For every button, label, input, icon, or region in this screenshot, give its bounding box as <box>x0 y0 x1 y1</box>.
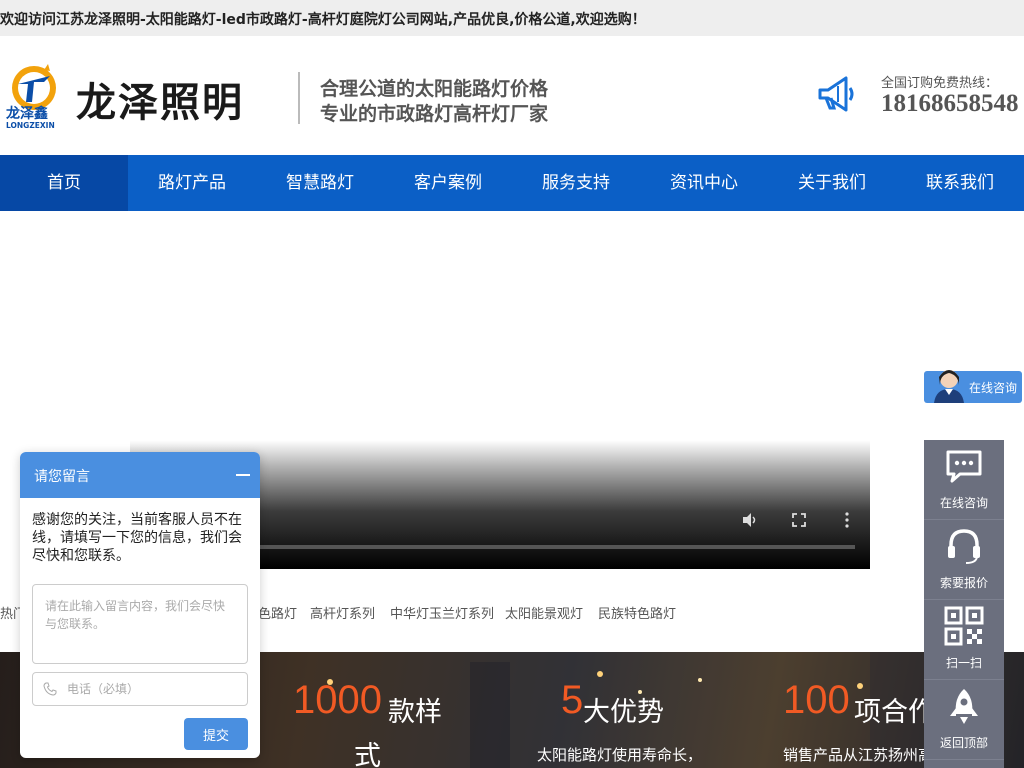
online-consult-tab[interactable]: 在线咨询 <box>924 370 1022 403</box>
logo-emblem-icon[interactable]: 龙泽鑫 LONGZEXIN <box>4 62 68 130</box>
side-label: 扫一扫 <box>945 656 982 670</box>
hotline-number[interactable]: 18168658548 <box>881 90 1019 118</box>
side-label: 返回顶部 <box>939 736 988 750</box>
stat-word: 大优势 <box>583 697 664 728</box>
side-online-consult[interactable]: 在线咨询 <box>924 440 1004 520</box>
stat-number: 5 <box>561 678 584 722</box>
stat-word: 项合作 <box>854 697 935 728</box>
nav-item-service[interactable]: 服务支持 <box>512 155 640 211</box>
logo-mark-cn: 龙泽鑫 <box>5 105 48 122</box>
side-scan-qr[interactable]: 扫一扫 <box>924 600 1004 680</box>
nav-item-contact[interactable]: 联系我们 <box>896 155 1024 211</box>
side-label: 索要报价 <box>939 576 988 590</box>
message-panel-title: 请您留言 <box>34 469 90 485</box>
nav-item-home[interactable]: 首页 <box>0 155 128 211</box>
stat-description: 太阳能路灯使用寿命长， <box>537 746 703 764</box>
stat-description: 销售产品从江苏扬州高 <box>783 746 934 764</box>
nav-item-cases[interactable]: 客户案例 <box>384 155 512 211</box>
message-intro-text: 感谢您的关注，当前客服人员不在线，请填写一下您的信息，我们会尽快和您联系。 <box>32 512 242 564</box>
headset-icon <box>948 529 980 564</box>
side-label: 在线咨询 <box>939 496 988 510</box>
slogan-line-2: 专业的市政路灯高杆灯厂家 <box>320 103 549 125</box>
hot-item[interactable]: 中华灯玉兰灯系列 <box>390 603 494 622</box>
right-side-toolbar: 在线咨询 索要报价 扫一扫 返回顶部 <box>924 440 1004 768</box>
phone-icon <box>43 682 57 696</box>
agent-avatar <box>934 370 964 403</box>
fullscreen-icon[interactable] <box>790 511 808 529</box>
hot-item[interactable]: 色路灯 <box>258 603 297 622</box>
stat-number: 1000 <box>293 678 382 722</box>
stat-number: 100 <box>783 678 850 722</box>
welcome-text: 欢迎访问江苏龙泽照明-太阳能路灯-led市政路灯-高杆灯庭院灯公司网站,产品优良… <box>0 12 646 28</box>
main-nav: 首页 路灯产品 智慧路灯 客户案例 服务支持 资讯中心 关于我们 联系我们 <box>0 155 1024 211</box>
site-header: 龙泽鑫 LONGZEXIN 龙泽照明 合理公道的太阳能路灯价格 专业的市政路灯高… <box>0 36 1024 155</box>
rocket-icon <box>950 689 978 724</box>
side-back-to-top[interactable]: 返回顶部 <box>924 680 1004 760</box>
message-content-input[interactable] <box>32 584 248 664</box>
top-welcome-bar: 欢迎访问江苏龙泽照明-太阳能路灯-led市政路灯-高杆灯庭院灯公司网站,产品优良… <box>0 0 1024 36</box>
nav-item-news[interactable]: 资讯中心 <box>640 155 768 211</box>
submit-button[interactable]: 提交 <box>184 718 248 750</box>
nav-item-smart-lights[interactable]: 智慧路灯 <box>256 155 384 211</box>
hot-item[interactable]: 高杆灯系列 <box>310 603 375 622</box>
minimize-icon[interactable] <box>236 474 250 476</box>
header-divider <box>298 72 300 124</box>
chat-icon <box>946 450 982 483</box>
nav-item-about[interactable]: 关于我们 <box>768 155 896 211</box>
megaphone-icon <box>818 76 854 112</box>
stat-word: 款样 <box>388 697 442 728</box>
message-panel-header: 请您留言 <box>20 452 260 498</box>
side-request-quote[interactable]: 索要报价 <box>924 520 1004 600</box>
nav-item-products[interactable]: 路灯产品 <box>128 155 256 211</box>
slogan-line-1: 合理公道的太阳能路灯价格 <box>320 78 549 100</box>
logo-mark-en: LONGZEXIN <box>6 121 55 130</box>
phone-input[interactable] <box>67 679 237 699</box>
volume-icon[interactable] <box>741 511 759 529</box>
hotline-label: 全国订购免费热线： <box>881 76 999 91</box>
phone-field[interactable] <box>32 672 248 706</box>
stat-word-cont: 式 <box>354 741 381 768</box>
more-options-icon[interactable] <box>838 511 856 529</box>
online-consult-label: 在线咨询 <box>969 381 1018 395</box>
hot-item[interactable]: 太阳能景观灯 <box>505 603 583 622</box>
hot-item[interactable]: 民族特色路灯 <box>598 603 676 622</box>
qrcode-icon <box>944 606 984 646</box>
logo-name[interactable]: 龙泽照明 <box>76 70 244 128</box>
leave-message-panel: 请您留言 感谢您的关注，当前客服人员不在线，请填写一下您的信息，我们会尽快和您联… <box>20 452 260 758</box>
